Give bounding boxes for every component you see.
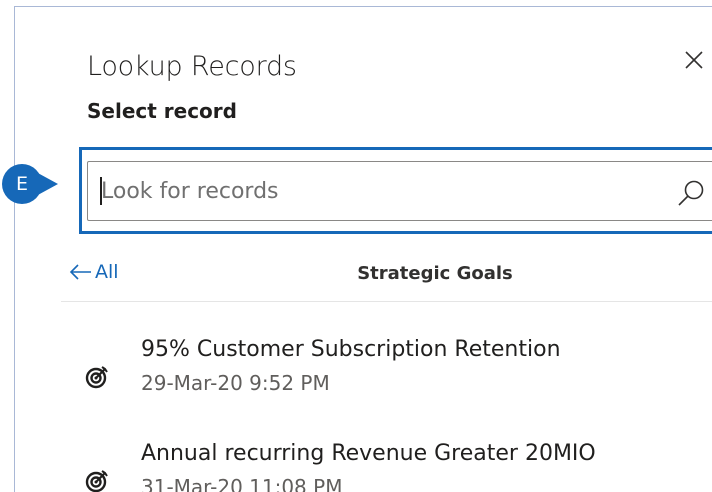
goal-target-icon: [85, 470, 108, 492]
lookup-dialog: Lookup Records Select record All Strateg…: [14, 6, 712, 492]
dialog-subtitle: Select record: [87, 99, 237, 123]
back-all-label: All: [95, 261, 119, 283]
search-icon: [678, 180, 704, 206]
record-title: 95% Customer Subscription Retention: [141, 337, 561, 362]
record-date: 31-Mar-20 11:08 PM: [141, 475, 343, 492]
text-caret: [100, 177, 102, 205]
dialog-title: Lookup Records: [87, 51, 297, 82]
goal-target-icon: [85, 366, 108, 389]
record-item[interactable]: 95% Customer Subscription Retention 29-M…: [69, 331, 709, 409]
callout-badge-label: E: [15, 173, 28, 195]
record-date: 29-Mar-20 9:52 PM: [141, 371, 330, 395]
search-button[interactable]: [675, 177, 707, 209]
record-title: Annual recurring Revenue Greater 20MIO: [141, 441, 596, 466]
category-title: Strategic Goals: [357, 263, 513, 284]
close-button[interactable]: [681, 47, 707, 73]
record-item[interactable]: Annual recurring Revenue Greater 20MIO 3…: [69, 435, 709, 492]
search-input[interactable]: [101, 171, 661, 211]
divider: [61, 301, 712, 302]
arrow-left-icon: [69, 264, 91, 280]
close-icon: [685, 51, 703, 69]
back-all-link[interactable]: All: [69, 261, 119, 283]
